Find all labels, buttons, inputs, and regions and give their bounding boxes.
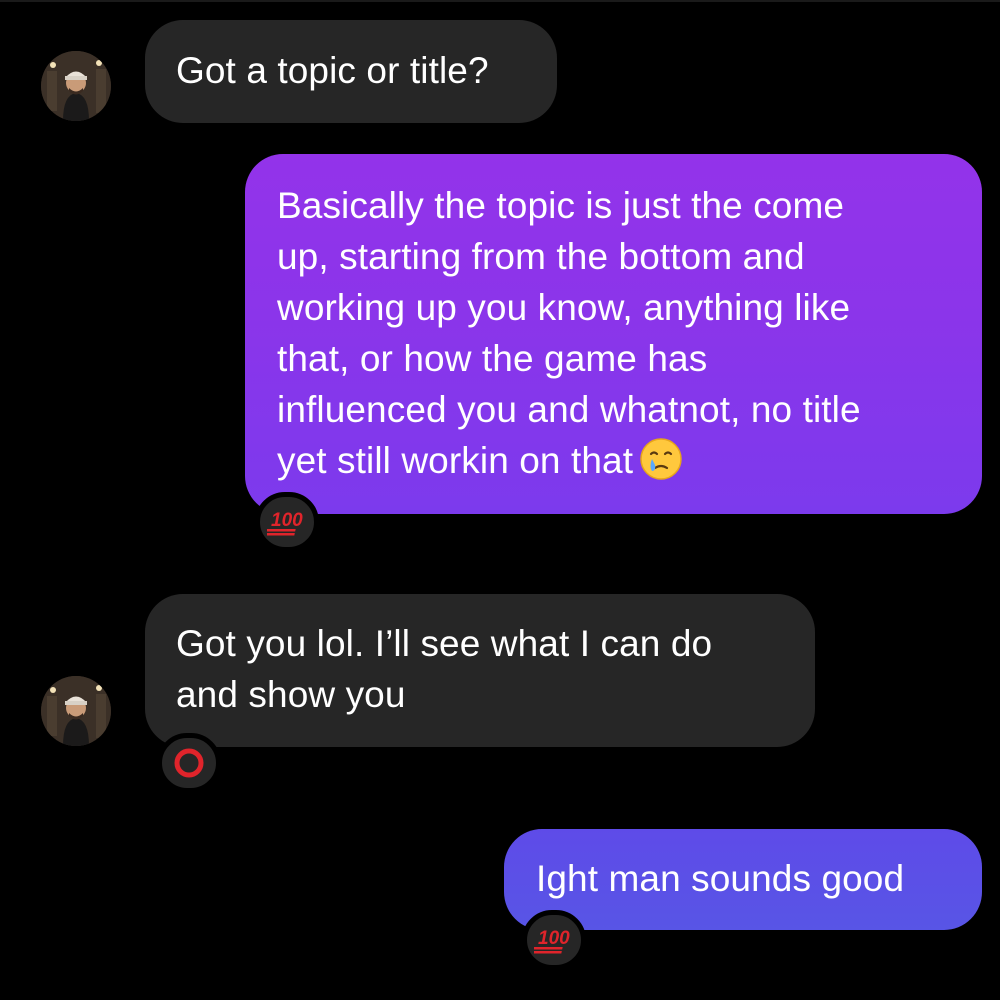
message-text-line: influenced you and whatnot, no title [277, 389, 861, 430]
message-text: Got a topic or title? [176, 50, 489, 91]
reaction-badge[interactable]: 100 [522, 910, 586, 970]
person-photo-icon [41, 676, 111, 746]
sender-avatar[interactable] [41, 676, 111, 746]
hundred-points-emoji: 100 [267, 510, 303, 536]
message-text: Ight man sounds good [536, 858, 905, 899]
face-holding-back-tears-emoji [640, 438, 682, 480]
message-text-line: and show you [176, 674, 406, 715]
svg-text:100: 100 [538, 928, 570, 949]
svg-text:100: 100 [271, 510, 303, 531]
message-text-line: Basically the topic is just the come [277, 185, 845, 226]
sender-avatar[interactable] [41, 51, 111, 121]
message-text-line: yet still workin on that [277, 440, 634, 481]
reaction-badge[interactable]: 100 [255, 492, 319, 552]
incoming-message[interactable]: Got a topic or title? [145, 20, 557, 123]
message-text-line: working up you know, anything like [277, 287, 851, 328]
outgoing-message[interactable]: Ight man sounds good [504, 829, 982, 930]
incoming-message[interactable]: Got you lol. I’ll see what I can do and … [145, 594, 815, 747]
header-divider [0, 0, 1000, 2]
person-photo-icon [41, 51, 111, 121]
reaction-badge[interactable] [157, 733, 221, 793]
hollow-red-circle-emoji [174, 748, 204, 778]
message-text-line: up, starting from the bottom and [277, 236, 805, 277]
message-text-line: that, or how the game has [277, 338, 708, 379]
outgoing-message[interactable]: Basically the topic is just the come up,… [245, 154, 982, 514]
chat-thread: Got a topic or title? Basically the topi… [0, 0, 1000, 1000]
hundred-points-emoji: 100 [534, 928, 570, 954]
message-text-line: Got you lol. I’ll see what I can do [176, 623, 713, 664]
